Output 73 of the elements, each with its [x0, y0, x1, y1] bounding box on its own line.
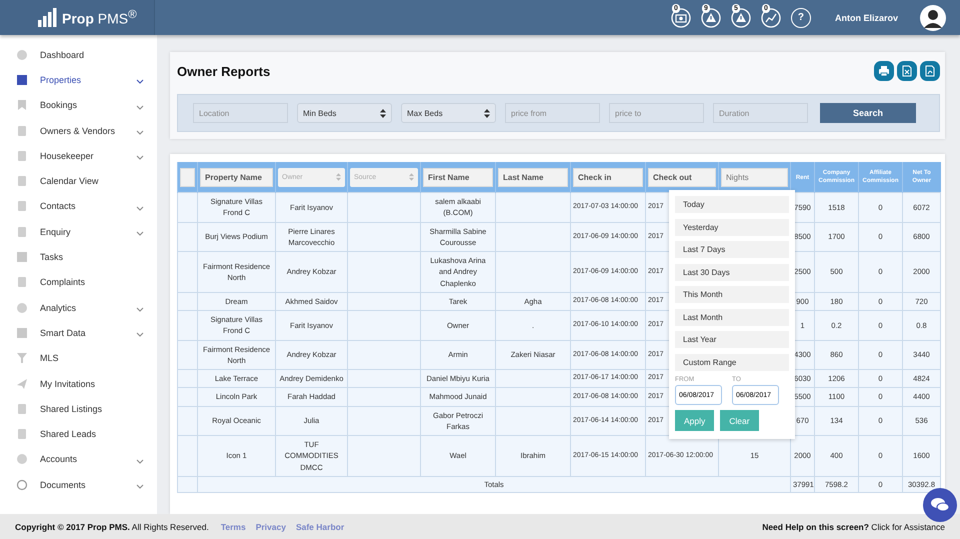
pdf-export-button[interactable] [920, 61, 940, 81]
sort-arrows-icon [380, 108, 386, 118]
column-filter-field[interactable]: Last Name [498, 168, 568, 186]
printer-icon [878, 65, 890, 77]
sidebar-item[interactable]: Calendar View [0, 168, 157, 194]
bookmark-icon [16, 99, 28, 112]
document-icon [16, 124, 28, 137]
filter-field[interactable]: price to [609, 103, 704, 123]
sidebar-item[interactable]: My Invitations [0, 370, 157, 396]
page-title: Owner Reports [177, 64, 270, 78]
document-icon [16, 175, 28, 188]
bar-chart-logo-icon [36, 8, 58, 28]
copyright-text: Copyright © 2017 Prop PMS. All Rights Reserved. [15, 522, 209, 532]
date-range-option[interactable]: Yesterday [675, 218, 789, 236]
sidebar-item[interactable]: Bookings [0, 92, 157, 118]
sort-arrows-icon [336, 173, 341, 181]
document-icon [16, 402, 28, 415]
sidebar-item[interactable]: Enquiry [0, 219, 157, 244]
column-filter-field[interactable]: Nights [721, 168, 788, 186]
excel-file-icon [901, 65, 913, 77]
sidebar-item[interactable]: Analytics [0, 294, 157, 320]
sidebar-item[interactable]: Housekeeper [0, 143, 157, 168]
date-range-option[interactable]: This Month [675, 286, 789, 303]
sort-arrows-icon [409, 173, 414, 181]
sidebar-item[interactable]: Contacts [0, 194, 157, 220]
sidebar-item[interactable]: Smart Data [0, 320, 157, 346]
date-range-option[interactable]: Today [675, 196, 789, 213]
sidebar-item[interactable]: Shared Listings [0, 396, 157, 422]
document-icon [16, 276, 28, 288]
sidebar-item[interactable]: Tasks [0, 244, 157, 270]
paper-plane-icon [16, 378, 28, 390]
sidebar-item[interactable]: Dashboard [0, 42, 157, 68]
document-icon [16, 200, 28, 212]
user-name[interactable]: Anton Elizarov [834, 12, 898, 22]
date-range-option[interactable]: Custom Range [675, 354, 789, 370]
column-filter-field[interactable]: First Name [423, 168, 493, 186]
column-filter-field[interactable] [180, 168, 195, 186]
pdf-file-icon [924, 65, 936, 77]
circle-outline-icon [16, 478, 28, 491]
column-filter-field[interactable]: Check out [648, 168, 716, 186]
sidebar-item[interactable]: Owners & Vendors [0, 118, 157, 144]
date-range-option[interactable]: Last Month [675, 308, 789, 326]
sort-arrows-icon [484, 108, 490, 118]
sidebar-item[interactable]: Properties [0, 67, 157, 93]
filter-select[interactable]: Min Beds [297, 103, 392, 123]
sidebar-item[interactable]: MLS [0, 346, 157, 371]
filter-field[interactable]: Duration [713, 103, 808, 123]
circle-icon [16, 302, 28, 314]
filter-field[interactable]: price from [505, 103, 600, 123]
help-button[interactable]: ? [790, 8, 811, 28]
chat-icon[interactable] [923, 488, 957, 524]
document-icon [16, 226, 28, 238]
date-range-option[interactable]: Last 7 Days [675, 241, 789, 258]
filter-icon [16, 352, 28, 364]
document-icon [16, 428, 28, 440]
circle-icon [16, 453, 28, 466]
excel-export-button[interactable] [897, 61, 917, 81]
filter-field[interactable]: Location [193, 103, 288, 123]
sidebar-item[interactable]: Complaints [0, 270, 157, 295]
avatar-icon[interactable] [920, 4, 946, 30]
column-filter-field[interactable]: Check in [573, 168, 643, 186]
filter-select[interactable]: Max Beds [401, 103, 496, 123]
print-button[interactable] [874, 61, 894, 81]
date-range-option[interactable]: Last 30 Days [675, 264, 789, 280]
date-range-option[interactable]: Last Year [675, 331, 789, 348]
sidebar-item[interactable]: Accounts [0, 446, 157, 472]
sidebar-item[interactable]: Documents [0, 472, 157, 498]
logo-text: Prop PMS$^{®}$ [62, 8, 137, 27]
sidebar-item[interactable]: Shared Leads [0, 421, 157, 447]
assistance-link[interactable]: Need Help on this screen? Click for Assistance [762, 522, 945, 532]
search-button[interactable]: Search [820, 103, 916, 123]
document-icon [16, 150, 28, 162]
column-filter-field[interactable]: Property Name [200, 168, 273, 186]
